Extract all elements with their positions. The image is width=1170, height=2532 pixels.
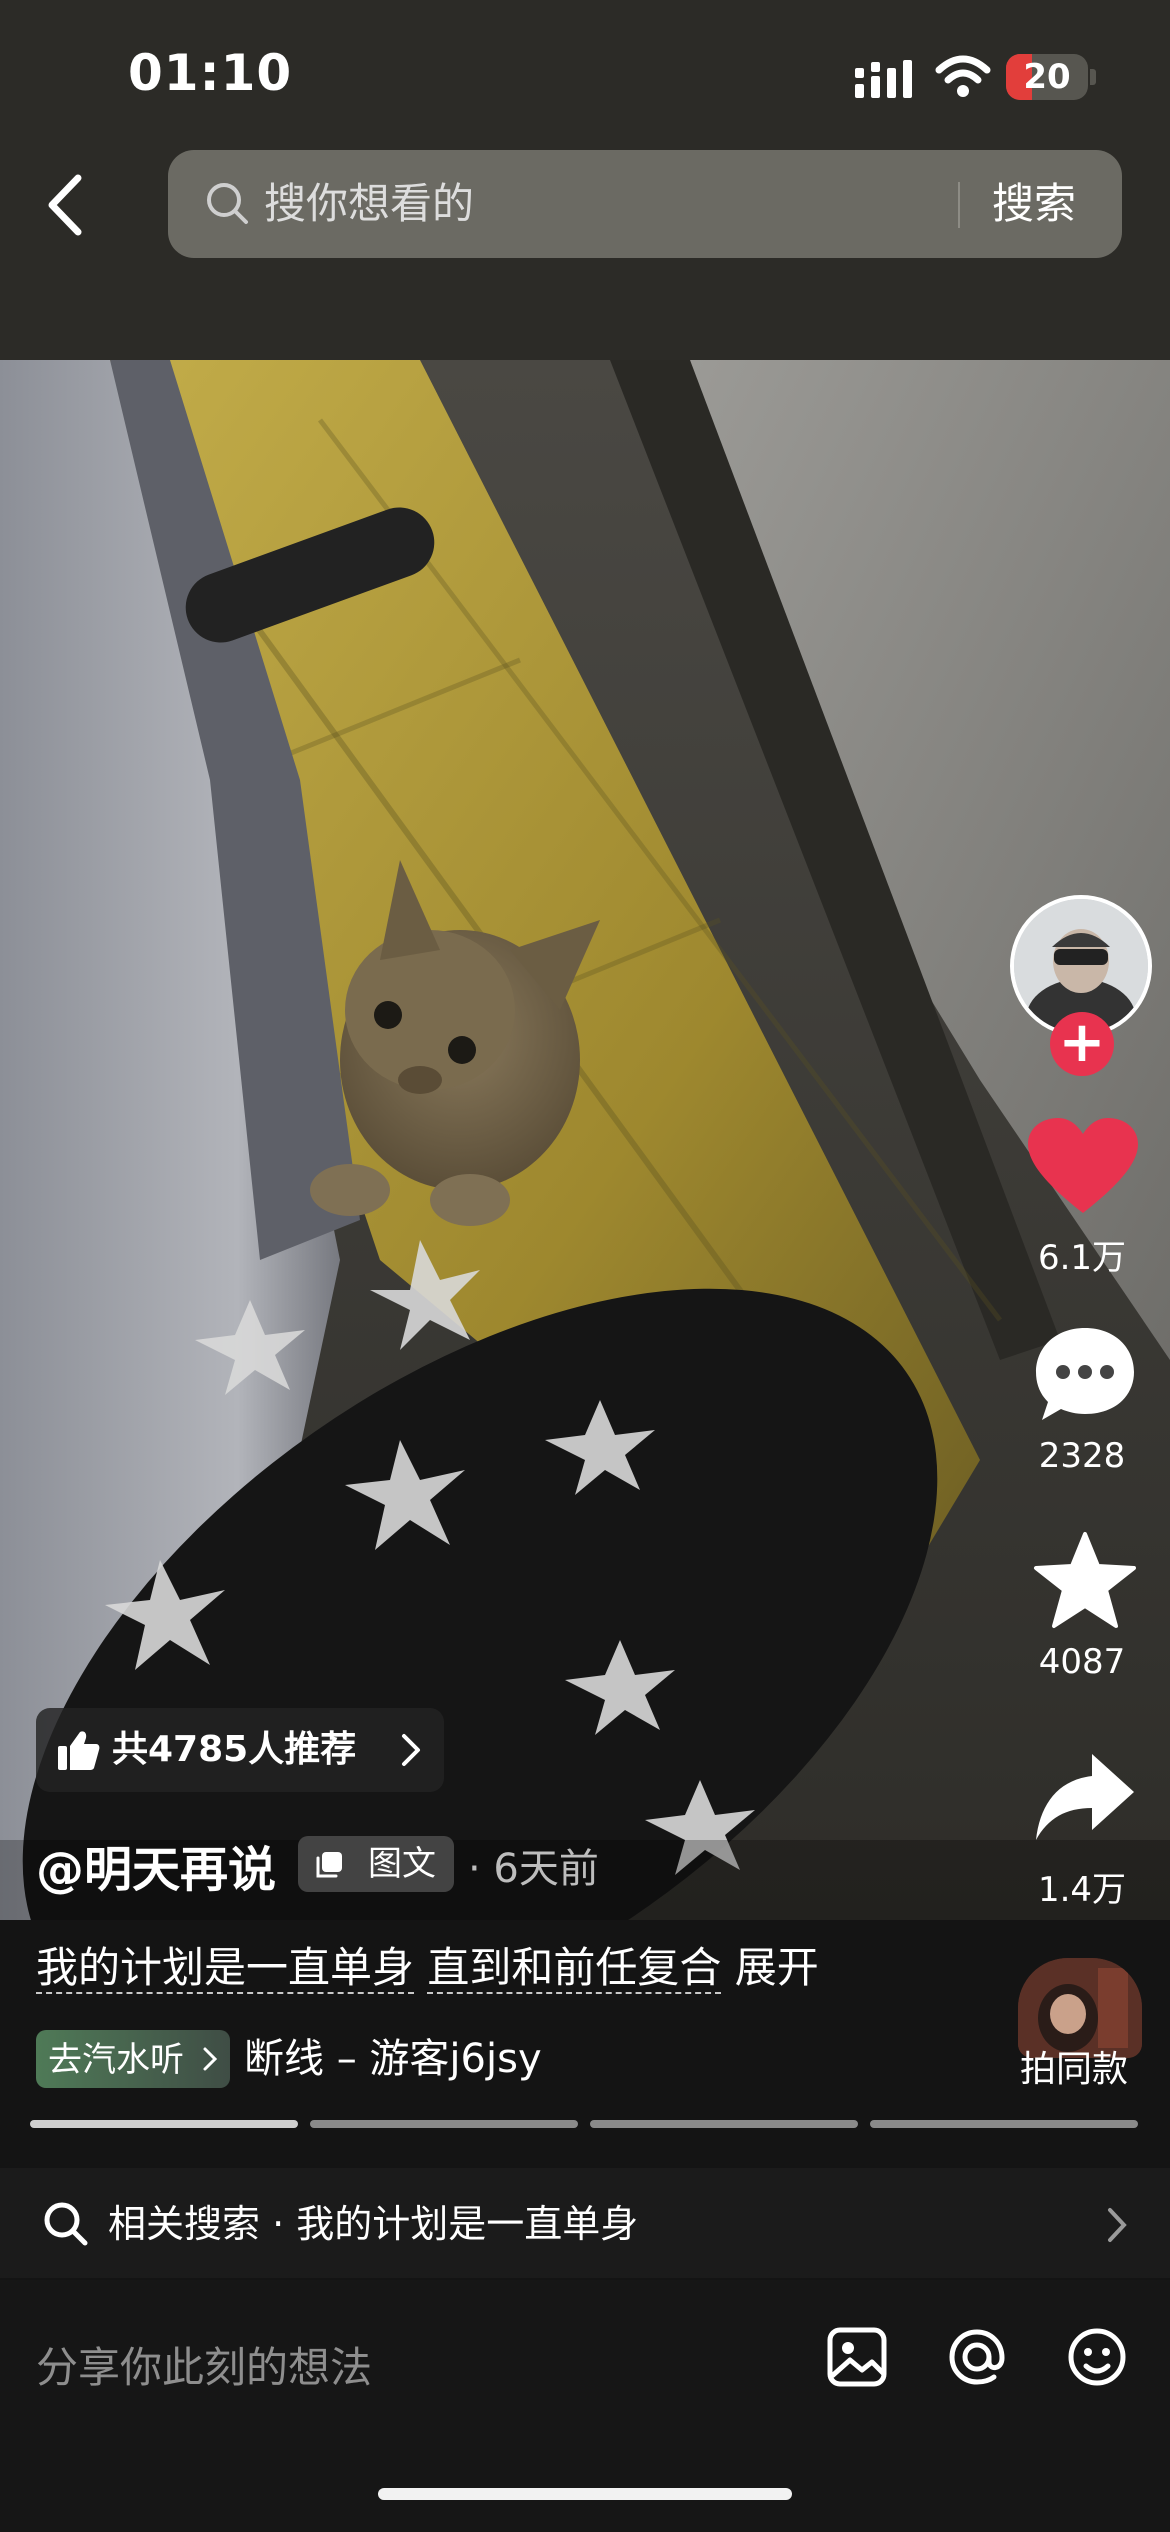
chevron-right-icon (1108, 2208, 1127, 2242)
status-time: 01:10 (128, 44, 293, 102)
at-icon[interactable] (942, 2322, 1012, 2392)
related-search-text: 相关搜索 · 我的计划是一直单身 (108, 2202, 639, 2246)
chevron-right-icon (203, 2047, 218, 2071)
progress-segment-4 (870, 2120, 1138, 2128)
image-icon[interactable] (822, 2322, 892, 2392)
star-icon[interactable] (1030, 1530, 1140, 1630)
related-search-bar[interactable]: 相关搜索 · 我的计划是一直单身 (0, 2168, 1170, 2278)
battery-indicator: 20 (1006, 54, 1088, 100)
progress-segment-1 (30, 2120, 298, 2128)
home-indicator (378, 2488, 792, 2500)
wifi-icon (935, 55, 991, 97)
comment-count: 2328 (1038, 1436, 1126, 1476)
thumbs-up-icon (58, 1731, 100, 1770)
kitten-photo (0, 360, 1170, 1920)
expand-link[interactable]: 展开 (735, 1943, 819, 1992)
music-title[interactable]: 断线 – 游客j6jsy (244, 2030, 542, 2088)
comment-icon[interactable] (1030, 1324, 1140, 1424)
progress-segment-3 (590, 2120, 858, 2128)
post-caption[interactable]: 我的计划是一直单身 直到和前任复合 展开 (36, 1934, 819, 1995)
recommend-chip[interactable]: 共4785人推荐 (36, 1708, 444, 1792)
search-icon (44, 2202, 88, 2246)
post-time: · 6天前 (468, 1846, 599, 1892)
post-type-badge: 图文 (298, 1836, 454, 1892)
post-type-label: 图文 (368, 1844, 436, 1884)
search-input[interactable]: 搜你想看的 (264, 174, 474, 234)
emoji-icon[interactable] (1062, 2322, 1132, 2392)
recommend-text: 共4785人推荐 (112, 1729, 357, 1770)
image-text-icon (316, 1852, 342, 1878)
back-icon[interactable] (38, 170, 98, 240)
top-bar: 01:10 20 搜你想看的 搜索 (0, 0, 1170, 360)
search-bar[interactable]: 搜你想看的 搜索 (168, 150, 1122, 258)
comment-bar: 分享你此刻的想法 (0, 2280, 1170, 2532)
search-divider (958, 182, 960, 228)
share-count: 1.4万 (1037, 1870, 1127, 1910)
signal-icon (855, 60, 912, 98)
caption-part-1[interactable]: 我的计划是一直单身 (36, 1943, 415, 1994)
same-style-label[interactable]: 拍同款 (1020, 2040, 1128, 2092)
heart-icon[interactable] (1028, 1118, 1138, 1218)
author-name[interactable]: @明天再说 (36, 1830, 276, 1900)
chevron-right-icon (402, 1734, 420, 1766)
search-button[interactable]: 搜索 (992, 174, 1076, 234)
favorite-count: 4087 (1038, 1642, 1126, 1682)
battery-cap (1090, 69, 1096, 85)
music-app-tag[interactable]: 去汽水听 (36, 2030, 230, 2088)
progress-segment-2 (310, 2120, 578, 2128)
like-count: 6.1万 (1037, 1238, 1127, 1278)
battery-text: 20 (1023, 57, 1071, 97)
music-app-label: 去汽水听 (48, 2040, 184, 2080)
follow-plus-icon[interactable]: + (1050, 1012, 1114, 1076)
share-icon[interactable] (1030, 1748, 1140, 1848)
comment-input[interactable]: 分享你此刻的想法 (36, 2334, 372, 2395)
caption-part-2[interactable]: 直到和前任复合 (427, 1943, 722, 1994)
post-image[interactable] (0, 360, 1170, 1920)
search-icon (207, 183, 248, 224)
